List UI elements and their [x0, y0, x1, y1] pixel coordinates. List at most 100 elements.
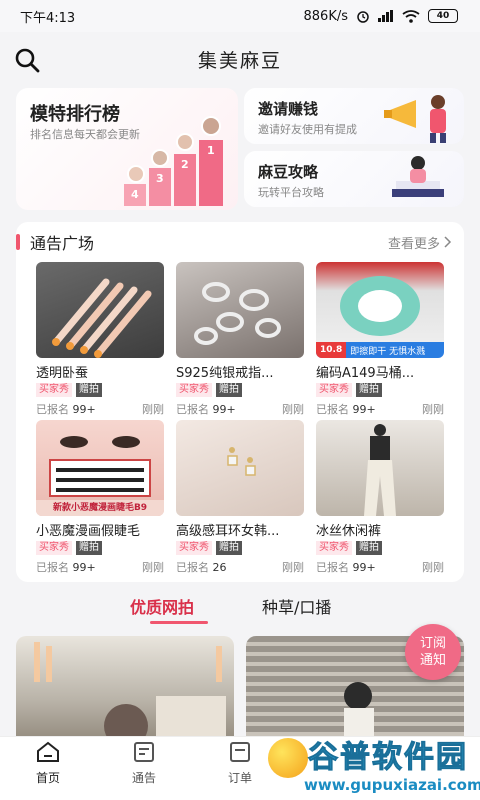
product-thumb-rings [176, 262, 304, 358]
notice-item[interactable]: 10.8 即擦即干 无惧水溅 编码A149马桶... 买家秀 赠拍 已报名 99… [316, 262, 444, 417]
signal-icon [378, 10, 393, 22]
tag-gift-shoot: 赠拍 [216, 383, 242, 397]
ranking-card[interactable]: 模特排行榜 排名信息每天都会更新 1 2 3 4 [16, 88, 238, 210]
signed-label: 已报名 [316, 561, 349, 574]
product-meta: 已报名 99+ 刚刚 [36, 401, 164, 417]
watermark-text: 谷普软件园 [308, 740, 468, 776]
net-speed: 886K/s [303, 8, 349, 24]
tag-buyer-show: 买家秀 [176, 383, 212, 397]
wifi-icon [402, 9, 420, 23]
chevron-right-icon [444, 236, 452, 248]
signed-label: 已报名 [36, 403, 69, 416]
active-tab-indicator [150, 621, 208, 624]
reading-girl-illustration [392, 156, 444, 197]
post-time: 刚刚 [282, 561, 304, 574]
feed-tabs: 优质网拍 种草/口播 [0, 590, 480, 630]
rank-label-1: 1 [207, 144, 215, 157]
nav-home[interactable]: 首页 [18, 741, 78, 786]
rank-label-3: 3 [156, 172, 164, 185]
tag-gift-shoot: 赠拍 [76, 383, 102, 397]
subscribe-notify-button[interactable]: 订阅 通知 [405, 624, 461, 680]
signed-label: 已报名 [36, 561, 69, 574]
product-name: 冰丝休闲裤 [316, 524, 382, 539]
guide-card[interactable]: 麻豆攻略 玩转平台攻略 [244, 151, 464, 207]
guide-title: 麻豆攻略 [258, 163, 319, 181]
watermark-url: www.gupuxiazai.com [304, 776, 480, 794]
notice-icon [134, 742, 154, 762]
product-banner: 10.8 即擦即干 无惧水溅 [316, 342, 444, 358]
app-header: 集美麻豆 [0, 34, 480, 84]
product-tags: 买家秀 赠拍 [316, 541, 444, 555]
notice-header: 通告广场 查看更多 [16, 230, 464, 254]
invite-card[interactable]: 邀请赚钱 邀请好友使用有提成 [244, 88, 464, 144]
tab-seeding-voiceover[interactable]: 种草/口播 [262, 594, 331, 618]
product-name: S925纯银戒指... [176, 366, 274, 381]
product-name: 高级感耳环女韩... [176, 524, 280, 539]
signed-count: 99+ [352, 403, 376, 416]
home-icon [37, 741, 59, 762]
product-tags: 买家秀 赠拍 [176, 541, 304, 555]
notice-board: 通告广场 查看更多 透明卧蚕 买家秀 赠拍 已报名 99+ 刚刚 S925纯银戒… [16, 222, 464, 582]
notice-item[interactable]: 透明卧蚕 买家秀 赠拍 已报名 99+ 刚刚 [36, 262, 164, 417]
tag-gift-shoot: 赠拍 [76, 541, 102, 555]
product-name: 小恶魔漫画假睫毛 [36, 524, 141, 539]
product-meta: 已报名 99+ 刚刚 [36, 559, 164, 575]
tag-gift-shoot: 赠拍 [356, 383, 382, 397]
post-time: 刚刚 [142, 403, 164, 416]
signed-count: 99+ [72, 403, 96, 416]
orders-icon [230, 742, 250, 762]
notice-item[interactable]: S925纯银戒指... 买家秀 赠拍 已报名 99+ 刚刚 [176, 262, 304, 417]
tag-buyer-show: 买家秀 [316, 541, 352, 555]
battery-icon: 40 [428, 9, 458, 23]
watermark-logo [268, 738, 308, 778]
see-more-link[interactable]: 查看更多 [388, 233, 452, 252]
tab-quality-shoots[interactable]: 优质网拍 [130, 594, 194, 618]
status-icons: 886K/s 40 [303, 8, 458, 24]
product-thumb-earrings [176, 420, 304, 516]
signed-count: 99+ [212, 403, 236, 416]
rank-label-4: 4 [131, 188, 139, 201]
product-name: 透明卧蚕 [36, 366, 89, 381]
search-icon[interactable] [14, 47, 40, 73]
page-title: 集美麻豆 [197, 49, 282, 72]
notice-item[interactable]: 高级感耳环女韩... 买家秀 赠拍 已报名 26 刚刚 [176, 420, 304, 575]
product-tags: 买家秀 赠拍 [316, 383, 444, 397]
see-more-label: 查看更多 [387, 236, 440, 252]
tag-gift-shoot: 赠拍 [356, 541, 382, 555]
signed-count: 99+ [72, 561, 96, 574]
product-banner: 新款小恶魔漫画睫毛B9 [36, 500, 164, 516]
notice-item[interactable]: 冰丝休闲裤 买家秀 赠拍 已报名 99+ 刚刚 [316, 420, 444, 575]
notice-title: 通告广场 [16, 230, 94, 254]
tag-buyer-show: 买家秀 [316, 383, 352, 397]
product-tags: 买家秀 赠拍 [36, 541, 164, 555]
status-bar: 下午4:13 886K/s 40 [0, 0, 480, 32]
signed-label: 已报名 [176, 403, 209, 416]
status-time: 下午4:13 [20, 10, 76, 26]
signed-count: 26 [212, 561, 227, 574]
rank-label-2: 2 [181, 158, 189, 171]
signed-label: 已报名 [176, 561, 209, 574]
product-meta: 已报名 99+ 刚刚 [316, 401, 444, 417]
product-thumb-lashes: 新款小恶魔漫画睫毛B9 [36, 420, 164, 516]
alarm-icon [357, 11, 369, 23]
post-time: 刚刚 [282, 403, 304, 416]
product-meta: 已报名 99+ 刚刚 [316, 559, 444, 575]
post-time: 刚刚 [422, 561, 444, 574]
nav-orders[interactable]: 订单 [210, 741, 270, 786]
notice-title-text: 通告广场 [30, 234, 95, 253]
post-time: 刚刚 [142, 561, 164, 574]
watermark: 谷普软件园 www.gupuxiazai.com [268, 730, 480, 800]
subscribe-line1: 订阅 [419, 636, 446, 651]
ranking-podium-illustration [124, 116, 223, 206]
feed-card[interactable] [16, 636, 234, 746]
product-tags: 买家秀 赠拍 [176, 383, 304, 397]
guide-subtitle: 玩转平台攻略 [258, 186, 324, 199]
nav-notice[interactable]: 通告 [114, 741, 174, 786]
tag-gift-shoot: 赠拍 [216, 541, 242, 555]
post-time: 刚刚 [422, 403, 444, 416]
notice-item[interactable]: 新款小恶魔漫画睫毛B9 小恶魔漫画假睫毛 买家秀 赠拍 已报名 99+ 刚刚 [36, 420, 164, 575]
subscribe-line2: 通知 [419, 653, 446, 668]
tag-buyer-show: 买家秀 [36, 383, 72, 397]
invite-subtitle: 邀请好友使用有提成 [258, 123, 357, 136]
nav-orders-label: 订单 [227, 771, 252, 785]
